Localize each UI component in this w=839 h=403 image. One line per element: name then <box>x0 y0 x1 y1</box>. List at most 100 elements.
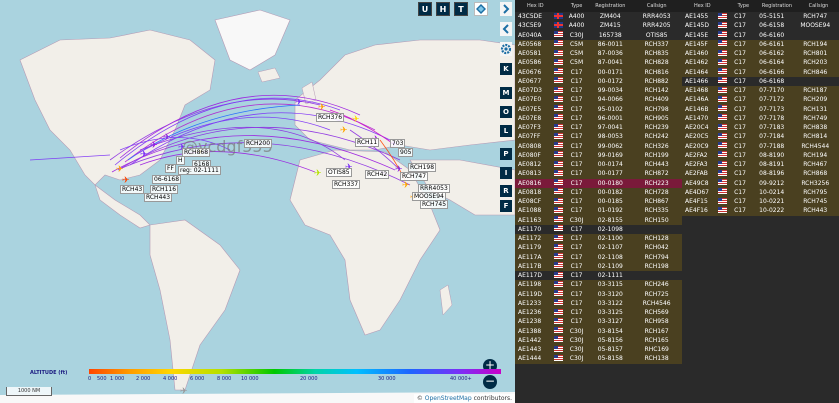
table-row[interactable]: AE0586 C5M 87-0041 RCH828 <box>515 58 682 68</box>
table-row[interactable]: AE0568 C5M 86-0011 RCH337 <box>515 39 682 49</box>
aircraft-label[interactable]: RCH42 <box>365 170 390 179</box>
table-row[interactable]: AE1388 C30J 03-8154 RCH167 <box>515 326 682 336</box>
table-row[interactable]: AE145D C17 06-6158 MOOSE94 <box>682 21 839 31</box>
table-row[interactable]: AE0677 C17 00-0172 RCH882 <box>515 76 682 86</box>
toggle-m-button[interactable]: M <box>500 87 512 99</box>
table-row[interactable]: AE1462 C17 06-6164 RCH203 <box>682 58 839 68</box>
flight-map[interactable]: ✈ ✈ ✈ ✈ ✈ ✈ ✈ ✈ ✈ ✈ ✈ ✈ ✈ ✈ ✈ ✈ ✈ ✈ ✈ @ <box>0 0 515 403</box>
layers-button[interactable] <box>474 2 488 16</box>
flag-cell <box>553 290 564 298</box>
table-row[interactable]: AE0808 C17 99-0062 RCH326 <box>515 141 682 151</box>
toggle-r-button[interactable]: R <box>500 185 512 197</box>
toggle-o-button[interactable]: O <box>500 106 512 118</box>
type-cell: C30J <box>569 327 584 335</box>
table-row[interactable]: AE07E0 C17 94-0066 RCH409 <box>515 95 682 105</box>
aircraft-label[interactable]: 905 <box>398 148 414 157</box>
table-row[interactable]: 43C5DE A400 ZM404 RRR4053 <box>515 12 682 22</box>
aircraft-label[interactable]: RCH198 <box>408 163 437 172</box>
toggle-k-button[interactable]: K <box>500 63 512 75</box>
table-row[interactable]: AE0581 C5M 87-0036 RCH835 <box>515 49 682 59</box>
table-row[interactable]: AE117A C17 02-1108 RCH794 <box>515 252 682 262</box>
table-row[interactable]: AE07F3 C17 97-0041 RCH239 <box>515 123 682 133</box>
table-row[interactable]: AE040A C30J 165738 OTIS85 <box>515 30 682 40</box>
table-row[interactable]: AE4D67 C17 10-0214 RCH795 <box>682 187 839 197</box>
aircraft-label[interactable]: RCH11 <box>355 138 380 147</box>
toggle-l-button[interactable]: L <box>500 125 512 137</box>
hex-cell: AE1163 <box>518 216 542 224</box>
registration-cell: 03-3120 <box>597 290 623 298</box>
table-row[interactable]: AE1466 C17 06-6168 <box>682 76 839 86</box>
zoom-out-button[interactable]: − <box>483 375 497 389</box>
aircraft-label[interactable]: RCH443 <box>144 193 173 202</box>
table-row[interactable]: AE08CF C17 00-0185 RCH867 <box>515 197 682 207</box>
settings-button[interactable] <box>500 42 512 56</box>
table-row[interactable]: 43C5E9 A400 ZM415 RRR4205 <box>515 21 682 31</box>
table-row[interactable]: AE146A C17 07-7172 RCH209 <box>682 95 839 105</box>
table-row[interactable]: AE1170 C17 02-1098 <box>515 224 682 234</box>
table-row[interactable]: AE1198 C17 03-3115 RCH246 <box>515 280 682 290</box>
table-row[interactable]: AE0816 C17 00-0180 RCH223 <box>515 178 682 188</box>
table-row[interactable]: AE1163 C30J 02-8155 RCH150 <box>515 215 682 225</box>
table-row[interactable]: AE2FA2 C17 08-8190 RCH194 <box>682 150 839 160</box>
table-row[interactable]: AE1172 C17 02-1100 RCH128 <box>515 234 682 244</box>
osm-link[interactable]: OpenStreetMap <box>425 395 472 402</box>
aircraft-label[interactable]: RCH745 <box>420 200 449 209</box>
aircraft-label[interactable]: 06-6168 <box>152 175 182 184</box>
table-row[interactable]: AE2FA3 C17 08-8191 RCH467 <box>682 160 839 170</box>
table-row[interactable]: AE07FF C17 98-0053 RCH242 <box>515 132 682 142</box>
toggle-f-button[interactable]: F <box>500 200 512 212</box>
table-row[interactable]: AE1179 C17 02-1107 RCH042 <box>515 243 682 253</box>
aircraft-label[interactable]: 703 <box>390 139 406 148</box>
table-row[interactable]: AE1470 C17 07-7178 RCH749 <box>682 113 839 123</box>
aircraft-label[interactable]: FF <box>165 164 176 173</box>
table-row[interactable]: AE117B C17 02-1109 RCH198 <box>515 261 682 271</box>
aircraft-label[interactable]: RCH376 <box>316 113 345 122</box>
table-row[interactable]: AE1238 C17 03-3127 RCH958 <box>515 317 682 327</box>
toggle-i-button[interactable]: I <box>500 167 512 179</box>
table-row[interactable]: AE07E8 C17 96-0001 RCH905 <box>515 113 682 123</box>
table-row[interactable]: AE49C8 C17 09-9212 RCH3256 <box>682 178 839 188</box>
table-row[interactable]: AE1468 C17 07-7170 RCH187 <box>682 86 839 96</box>
aircraft-label[interactable]: RCH868 <box>182 148 211 157</box>
collapse-panel-button[interactable] <box>500 2 512 16</box>
table-row[interactable]: AE080F C17 99-0169 RCH199 <box>515 150 682 160</box>
table-row[interactable]: AE0813 C17 00-0177 RCH872 <box>515 169 682 179</box>
table-row[interactable]: AE1464 C17 06-6166 RCH846 <box>682 67 839 77</box>
aircraft-label[interactable]: reg: 02-1111 <box>178 166 221 175</box>
aircraft-label[interactable]: RCH200 <box>244 139 273 148</box>
table-row[interactable]: AE145F C17 06-6161 RCH194 <box>682 39 839 49</box>
table-row[interactable]: AE20C9 C17 07-7188 RCH4544 <box>682 141 839 151</box>
table-row[interactable]: AE146B C17 07-7173 RCH131 <box>682 104 839 114</box>
aircraft-label[interactable]: H <box>176 156 185 165</box>
aircraft-label[interactable]: RCH747 <box>400 172 429 181</box>
table-row[interactable]: AE1236 C17 03-3125 RCH569 <box>515 308 682 318</box>
table-row[interactable]: AE4F16 C17 10-0222 RCH443 <box>682 206 839 216</box>
table-row[interactable]: AE1233 C17 03-3122 RCH4546 <box>515 298 682 308</box>
table-row[interactable]: AE1444 C30J 05-8158 RCH138 <box>515 354 682 364</box>
table-row[interactable]: AE1088 C17 01-0192 RCH335 <box>515 206 682 216</box>
table-row[interactable]: AE1460 C17 06-6162 RCH801 <box>682 49 839 59</box>
table-row[interactable]: AE117D C17 02-1111 <box>515 271 682 281</box>
table-row[interactable]: AE1442 C30J 05-8156 RCH165 <box>515 335 682 345</box>
toggle-u-button[interactable]: U <box>418 2 432 16</box>
toggle-h-button[interactable]: H <box>436 2 450 16</box>
table-row[interactable]: AE2FAB C17 08-8196 RCH868 <box>682 169 839 179</box>
table-row[interactable]: AE07E5 C17 95-0102 RCH798 <box>515 104 682 114</box>
table-row[interactable]: AE0812 C17 00-0174 RCH443 <box>515 160 682 170</box>
table-row[interactable]: AE1455 C17 05-5151 RCH747 <box>682 12 839 22</box>
table-row[interactable]: AE20C4 C17 07-7183 RCH838 <box>682 123 839 133</box>
toggle-p-button[interactable]: P <box>500 148 512 160</box>
toggle-t-button[interactable]: T <box>454 2 468 16</box>
aircraft-label[interactable]: OTIS85 <box>326 168 352 177</box>
table-row[interactable]: AE145E C17 06-6160 <box>682 30 839 40</box>
table-row[interactable]: AE0818 C17 00-0182 RCH728 <box>515 187 682 197</box>
aircraft-label[interactable]: RCH337 <box>332 180 361 189</box>
table-row[interactable]: AE119D C17 03-3120 RCH725 <box>515 289 682 299</box>
table-row[interactable]: AE0676 C17 00-0171 RCH816 <box>515 67 682 77</box>
aircraft-label[interactable]: RCH43 <box>120 185 145 194</box>
table-row[interactable]: AE4F15 C17 10-0221 RCH745 <box>682 197 839 207</box>
table-row[interactable]: AE20C5 C17 07-7184 RCH814 <box>682 132 839 142</box>
table-row[interactable]: AE07D3 C17 99-0034 RCH142 <box>515 86 682 96</box>
expand-panel-button[interactable] <box>500 22 512 36</box>
table-row[interactable]: AE1443 C30J 05-8157 RHC169 <box>515 345 682 355</box>
